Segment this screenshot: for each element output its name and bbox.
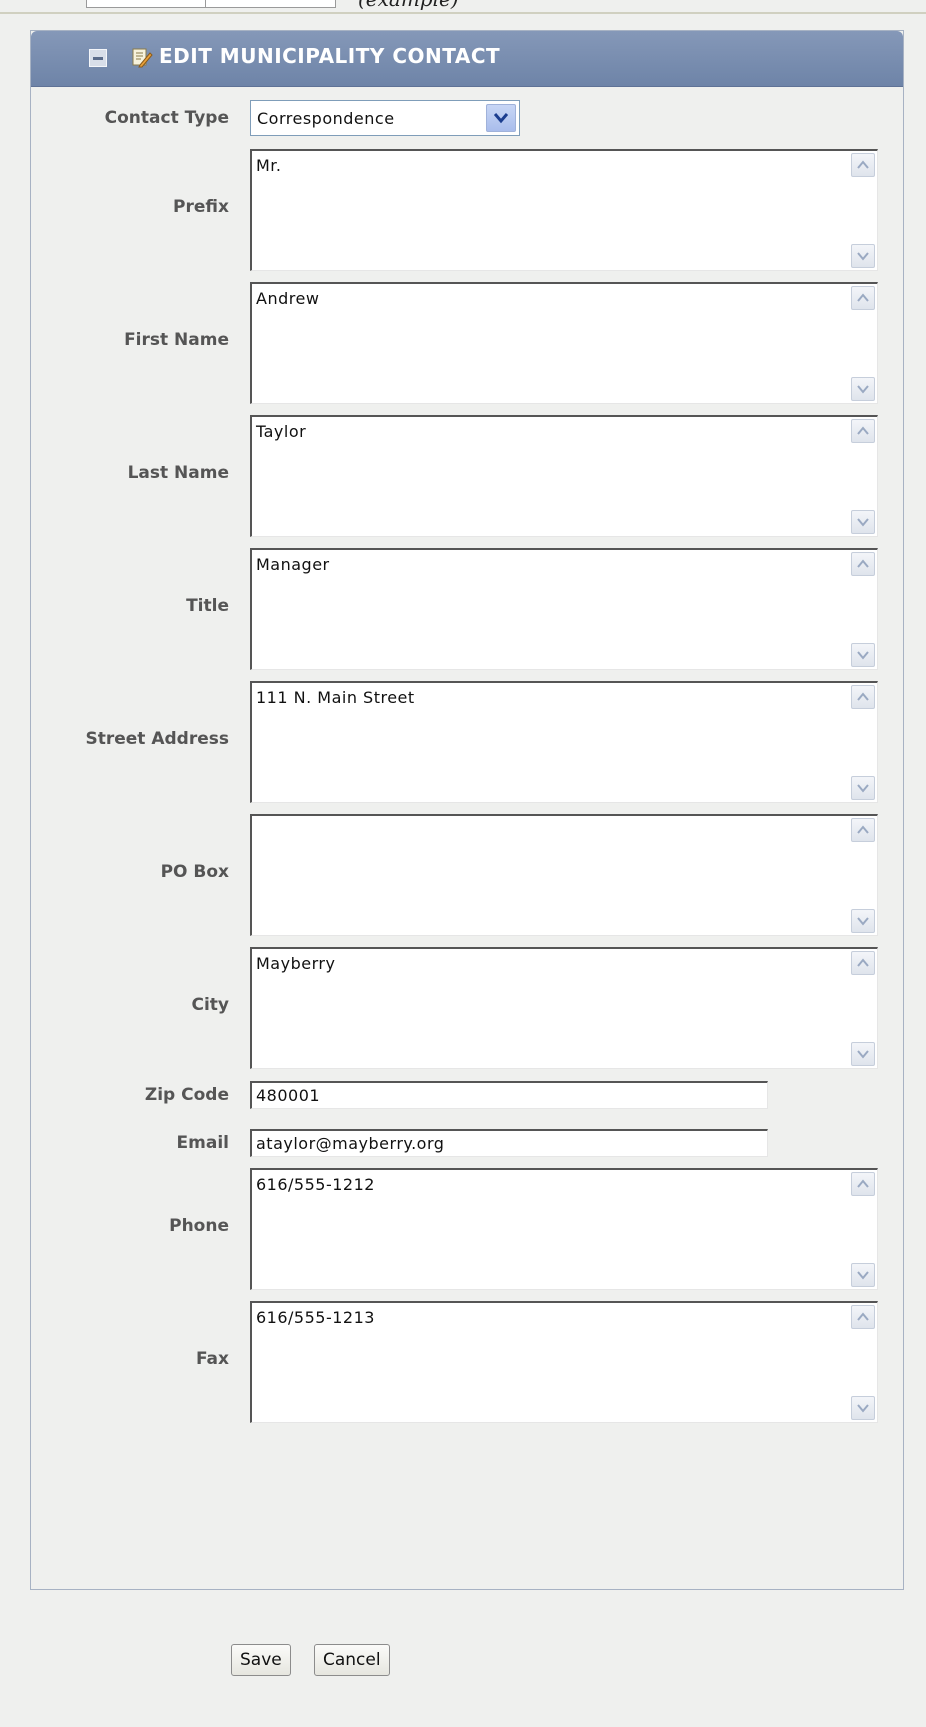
input-divider bbox=[205, 0, 206, 7]
scroll-up-icon[interactable] bbox=[851, 153, 875, 177]
first-name-value: Andrew bbox=[256, 289, 320, 308]
scroll-up-icon[interactable] bbox=[851, 1305, 875, 1329]
city-label: City bbox=[191, 995, 229, 1015]
zip-code-value: 480001 bbox=[256, 1086, 321, 1105]
last-name-label: Last Name bbox=[127, 463, 229, 483]
po-box-label: PO Box bbox=[160, 862, 229, 882]
scrollbar[interactable] bbox=[847, 417, 877, 536]
edit-icon bbox=[132, 48, 153, 68]
scroll-down-icon[interactable] bbox=[851, 1263, 875, 1287]
collapse-icon[interactable] bbox=[89, 49, 107, 67]
title-label: Title bbox=[186, 596, 229, 616]
phone-textarea[interactable]: 616/555-1212 bbox=[250, 1168, 878, 1290]
phone-value: 616/555-1212 bbox=[256, 1175, 375, 1194]
prefix-textarea[interactable]: Mr. bbox=[250, 149, 878, 271]
scroll-up-icon[interactable] bbox=[851, 685, 875, 709]
fax-textarea[interactable]: 616/555-1213 bbox=[250, 1301, 878, 1423]
scroll-down-icon[interactable] bbox=[851, 510, 875, 534]
edit-contact-panel: EDIT MUNICIPALITY CONTACT Contact Type C… bbox=[30, 30, 904, 1590]
scrollbar[interactable] bbox=[847, 949, 877, 1068]
contact-type-value: Correspondence bbox=[257, 109, 395, 128]
po-box-textarea[interactable] bbox=[250, 814, 878, 936]
fax-value: 616/555-1213 bbox=[256, 1308, 375, 1327]
email-value: ataylor@mayberry.org bbox=[256, 1134, 445, 1153]
street-address-textarea[interactable]: 111 N. Main Street bbox=[250, 681, 878, 803]
save-button[interactable]: Save bbox=[231, 1644, 291, 1676]
previous-section-fragment: (example) bbox=[0, 0, 926, 14]
prefix-value: Mr. bbox=[256, 156, 282, 175]
email-input[interactable]: ataylor@mayberry.org bbox=[250, 1129, 768, 1157]
contact-type-label: Contact Type bbox=[104, 108, 229, 128]
fax-label: Fax bbox=[195, 1349, 229, 1369]
scroll-up-icon[interactable] bbox=[851, 818, 875, 842]
section-divider bbox=[0, 12, 926, 14]
panel-title: EDIT MUNICIPALITY CONTACT bbox=[159, 44, 501, 68]
scroll-up-icon[interactable] bbox=[851, 1172, 875, 1196]
panel-header: EDIT MUNICIPALITY CONTACT bbox=[31, 31, 903, 87]
email-label: Email bbox=[176, 1133, 229, 1153]
scroll-up-icon[interactable] bbox=[851, 286, 875, 310]
scroll-up-icon[interactable] bbox=[851, 552, 875, 576]
cancel-button[interactable]: Cancel bbox=[314, 1644, 390, 1676]
city-textarea[interactable]: Mayberry bbox=[250, 947, 878, 1069]
previous-input-stub[interactable] bbox=[86, 0, 336, 8]
previous-hint-text: (example) bbox=[358, 0, 459, 11]
scroll-down-icon[interactable] bbox=[851, 244, 875, 268]
scrollbar[interactable] bbox=[847, 550, 877, 669]
first-name-textarea[interactable]: Andrew bbox=[250, 282, 878, 404]
scroll-down-icon[interactable] bbox=[851, 643, 875, 667]
scroll-down-icon[interactable] bbox=[851, 1396, 875, 1420]
last-name-textarea[interactable]: Taylor bbox=[250, 415, 878, 537]
dropdown-arrow-icon[interactable] bbox=[486, 104, 516, 132]
first-name-label: First Name bbox=[124, 330, 229, 350]
street-address-value: 111 N. Main Street bbox=[256, 688, 415, 707]
scroll-up-icon[interactable] bbox=[851, 951, 875, 975]
scrollbar[interactable] bbox=[847, 1170, 877, 1289]
city-value: Mayberry bbox=[256, 954, 336, 973]
scroll-up-icon[interactable] bbox=[851, 419, 875, 443]
scroll-down-icon[interactable] bbox=[851, 776, 875, 800]
prefix-label: Prefix bbox=[173, 197, 229, 217]
scrollbar[interactable] bbox=[847, 816, 877, 935]
scrollbar[interactable] bbox=[847, 151, 877, 270]
contact-type-select[interactable]: Correspondence bbox=[250, 100, 520, 136]
title-textarea[interactable]: Manager bbox=[250, 548, 878, 670]
street-address-label: Street Address bbox=[85, 729, 229, 749]
last-name-value: Taylor bbox=[256, 422, 307, 441]
scrollbar[interactable] bbox=[847, 1303, 877, 1422]
phone-label: Phone bbox=[169, 1216, 229, 1236]
scrollbar[interactable] bbox=[847, 683, 877, 802]
zip-code-input[interactable]: 480001 bbox=[250, 1081, 768, 1109]
scrollbar[interactable] bbox=[847, 284, 877, 403]
zip-code-label: Zip Code bbox=[144, 1085, 229, 1105]
scroll-down-icon[interactable] bbox=[851, 909, 875, 933]
scroll-down-icon[interactable] bbox=[851, 1042, 875, 1066]
title-value: Manager bbox=[256, 555, 330, 574]
scroll-down-icon[interactable] bbox=[851, 377, 875, 401]
